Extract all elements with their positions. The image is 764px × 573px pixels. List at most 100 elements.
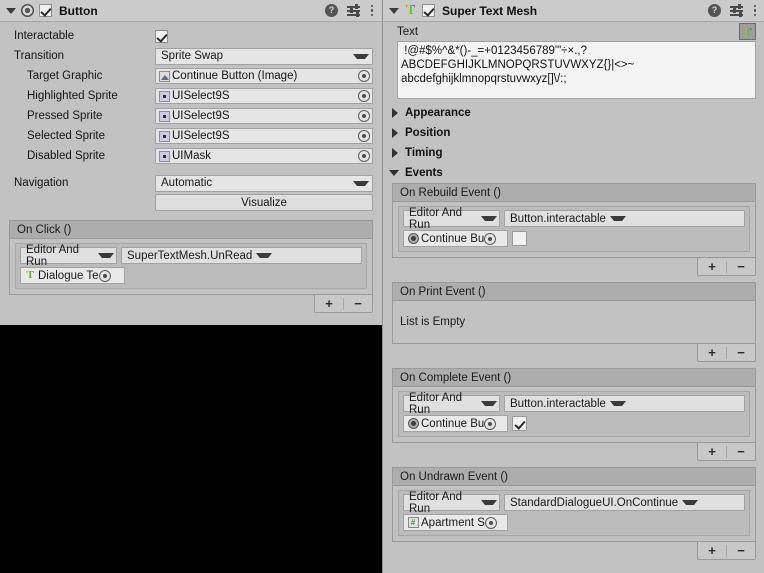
control-transition: Sprite Swap bbox=[155, 47, 373, 65]
row-highlighted-sprite: Highlighted Sprite UISelect9S bbox=[0, 86, 382, 106]
section-events[interactable]: Events bbox=[383, 163, 764, 183]
navigation-dropdown[interactable]: Automatic bbox=[155, 174, 373, 192]
on-undrawn-callback-state-dropdown[interactable]: Editor And Run bbox=[403, 491, 500, 515]
disabled-sprite-object-field[interactable]: UIMask bbox=[155, 148, 373, 164]
button-header-icons: ? bbox=[325, 3, 374, 18]
on-complete-add-button[interactable]: + bbox=[698, 443, 726, 460]
on-click-event-block: On Click () Editor And Run SuperTextMesh… bbox=[9, 220, 373, 295]
on-rebuild-bool-arg-checkbox[interactable] bbox=[512, 231, 527, 246]
super-text-mesh-component-title: Super Text Mesh bbox=[442, 3, 538, 18]
on-rebuild-add-button[interactable]: + bbox=[698, 258, 726, 275]
on-complete-callback-state-dropdown[interactable]: Editor And Run bbox=[403, 392, 500, 416]
transition-dropdown[interactable]: Sprite Swap bbox=[155, 47, 373, 65]
super-text-mesh-swatch-icon[interactable]: T bbox=[739, 23, 756, 40]
section-timing-label: Timing bbox=[405, 147, 443, 159]
on-undrawn-entry-line-1: Editor And Run StandardDialogueUI.OnCont… bbox=[403, 491, 745, 515]
super-text-mesh-enabled-checkbox[interactable] bbox=[422, 4, 435, 17]
help-icon[interactable]: ? bbox=[325, 4, 338, 17]
on-click-object-field[interactable]: T Dialogue Te bbox=[20, 267, 125, 284]
label-transition: Transition bbox=[14, 50, 65, 62]
chevron-right-icon[interactable] bbox=[389, 107, 401, 119]
on-rebuild-remove-button[interactable]: − bbox=[727, 258, 755, 275]
on-undrawn-function-value: StandardDialogueUI.OnContinue bbox=[510, 496, 679, 509]
on-print-event-header: On Print Event () bbox=[392, 282, 756, 300]
on-rebuild-function-dropdown[interactable]: Button.interactable bbox=[504, 210, 745, 227]
chevron-down-icon[interactable] bbox=[389, 167, 401, 179]
target-graphic-value: Continue Button (Image) bbox=[172, 70, 298, 82]
object-picker-icon[interactable] bbox=[358, 110, 370, 122]
on-click-remove-button[interactable]: − bbox=[344, 295, 372, 312]
on-click-callback-state-dropdown[interactable]: Editor And Run bbox=[20, 244, 117, 268]
on-undrawn-add-button[interactable]: + bbox=[698, 542, 726, 559]
object-picker-icon[interactable] bbox=[358, 150, 370, 162]
on-rebuild-callback-state-dropdown[interactable]: Editor And Run bbox=[403, 207, 500, 231]
section-position[interactable]: Position bbox=[383, 123, 764, 143]
section-appearance[interactable]: Appearance bbox=[383, 103, 764, 123]
preset-icon[interactable] bbox=[347, 3, 361, 17]
on-complete-remove-button[interactable]: − bbox=[727, 443, 755, 460]
on-complete-bool-arg-checkbox[interactable] bbox=[512, 416, 527, 431]
super-text-mesh-component-header[interactable]: T Super Text Mesh ? bbox=[383, 0, 764, 22]
on-undrawn-event-block: On Undrawn Event () Editor And Run Stand… bbox=[392, 467, 756, 542]
on-complete-event-header: On Complete Event () bbox=[392, 368, 756, 386]
on-undrawn-object-field[interactable]: # Apartment S bbox=[403, 514, 508, 531]
help-icon[interactable]: ? bbox=[708, 4, 721, 17]
object-picker-icon[interactable] bbox=[484, 516, 497, 529]
on-complete-entry-line-2: Continue Bu bbox=[403, 415, 745, 432]
chevron-down-icon[interactable] bbox=[388, 5, 400, 17]
on-click-function-dropdown[interactable]: SuperTextMesh.UnRead bbox=[121, 247, 362, 264]
on-print-remove-button[interactable]: − bbox=[727, 344, 755, 361]
preset-icon[interactable] bbox=[730, 3, 744, 17]
on-undrawn-remove-button[interactable]: − bbox=[727, 542, 755, 559]
interactable-checkbox[interactable] bbox=[155, 29, 168, 43]
on-complete-function-dropdown[interactable]: Button.interactable bbox=[504, 395, 745, 412]
on-print-add-button[interactable]: + bbox=[698, 344, 726, 361]
control-target-graphic: Continue Button (Image) bbox=[155, 68, 373, 84]
section-position-label: Position bbox=[405, 127, 451, 139]
selected-sprite-object-field[interactable]: UISelect9S bbox=[155, 128, 373, 144]
sprite-icon bbox=[158, 150, 170, 162]
object-picker-icon[interactable] bbox=[484, 417, 497, 430]
on-click-function-value: SuperTextMesh.UnRead bbox=[127, 249, 253, 262]
on-complete-callback-state-value: Editor And Run bbox=[409, 391, 463, 416]
on-print-footer: + − bbox=[392, 344, 756, 362]
text-input-area[interactable]: !@#$%^&*()-_=+0123456789'"÷×.,? ABCDEFGH… bbox=[397, 41, 756, 99]
on-complete-object-field[interactable]: Continue Bu bbox=[403, 415, 508, 432]
chevron-right-icon[interactable] bbox=[389, 147, 401, 159]
button-component-title: Button bbox=[59, 3, 98, 18]
sprite-icon bbox=[158, 90, 170, 102]
on-undrawn-footer: + − bbox=[392, 542, 756, 560]
on-undrawn-function-dropdown[interactable]: StandardDialogueUI.OnContinue bbox=[504, 494, 745, 511]
chevron-down-icon[interactable] bbox=[5, 5, 17, 17]
target-graphic-object-field[interactable]: Continue Button (Image) bbox=[155, 68, 373, 84]
selected-sprite-value: UISelect9S bbox=[172, 130, 230, 142]
visualize-button[interactable]: Visualize bbox=[155, 194, 373, 211]
highlighted-sprite-object-field[interactable]: UISelect9S bbox=[155, 88, 373, 104]
object-picker-icon[interactable] bbox=[358, 70, 370, 82]
disabled-sprite-value: UIMask bbox=[172, 150, 211, 162]
kebab-menu-icon[interactable] bbox=[370, 4, 374, 18]
stm-header-icons: ? bbox=[708, 3, 757, 18]
on-print-event-block: On Print Event () List is Empty bbox=[392, 282, 756, 344]
on-click-entry-line-1: Editor And Run SuperTextMesh.UnRead bbox=[20, 244, 362, 268]
section-timing[interactable]: Timing bbox=[383, 143, 764, 163]
object-picker-icon[interactable] bbox=[358, 90, 370, 102]
chevron-down-icon bbox=[609, 216, 626, 221]
kebab-menu-icon[interactable] bbox=[753, 4, 757, 18]
row-selected-sprite: Selected Sprite UISelect9S bbox=[0, 126, 382, 146]
on-rebuild-event-header: On Rebuild Event () bbox=[392, 183, 756, 201]
object-picker-icon[interactable] bbox=[484, 232, 497, 245]
chevron-down-icon bbox=[481, 500, 497, 505]
pressed-sprite-object-field[interactable]: UISelect9S bbox=[155, 108, 373, 124]
on-rebuild-function-value: Button.interactable bbox=[510, 212, 606, 225]
on-click-body: Editor And Run SuperTextMesh.UnRead T Di… bbox=[9, 238, 373, 295]
button-component-header[interactable]: Button ? bbox=[0, 0, 382, 22]
on-click-add-button[interactable]: + bbox=[315, 295, 343, 312]
button-enabled-checkbox[interactable] bbox=[39, 4, 52, 17]
control-interactable bbox=[155, 29, 373, 43]
on-complete-object-value: Continue Bu bbox=[421, 417, 485, 430]
on-rebuild-object-field[interactable]: Continue Bu bbox=[403, 230, 508, 247]
object-picker-icon[interactable] bbox=[358, 130, 370, 142]
object-picker-icon[interactable] bbox=[98, 269, 111, 282]
chevron-right-icon[interactable] bbox=[389, 127, 401, 139]
